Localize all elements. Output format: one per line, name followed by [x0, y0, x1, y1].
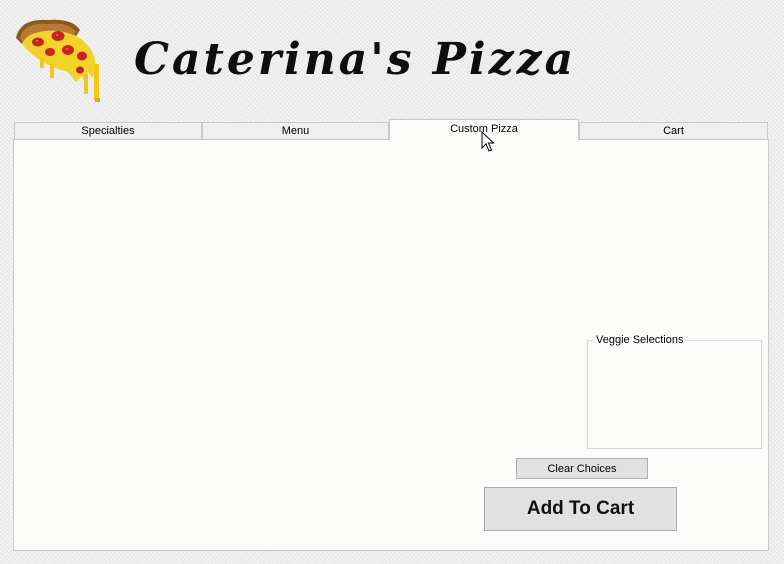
clear-choices-button[interactable]: Clear Choices: [516, 458, 648, 479]
pizza-slice-icon: [16, 19, 100, 102]
app-title: Caterina's Pizza: [134, 34, 577, 85]
custom-pizza-panel: Veggie Selections Clear Choices Add To C…: [13, 139, 769, 551]
veggie-selections-label: Veggie Selections: [594, 333, 686, 347]
tab-cart[interactable]: Cart: [579, 122, 768, 139]
tab-strip: Specialties Menu Custom Pizza Cart: [14, 119, 768, 140]
tab-menu[interactable]: Menu: [202, 122, 389, 139]
veggie-selections-group: Veggie Selections: [587, 333, 762, 449]
mouse-pointer-icon: [481, 131, 495, 152]
tab-specialties[interactable]: Specialties: [14, 122, 202, 139]
add-to-cart-button[interactable]: Add To Cart: [484, 487, 677, 531]
